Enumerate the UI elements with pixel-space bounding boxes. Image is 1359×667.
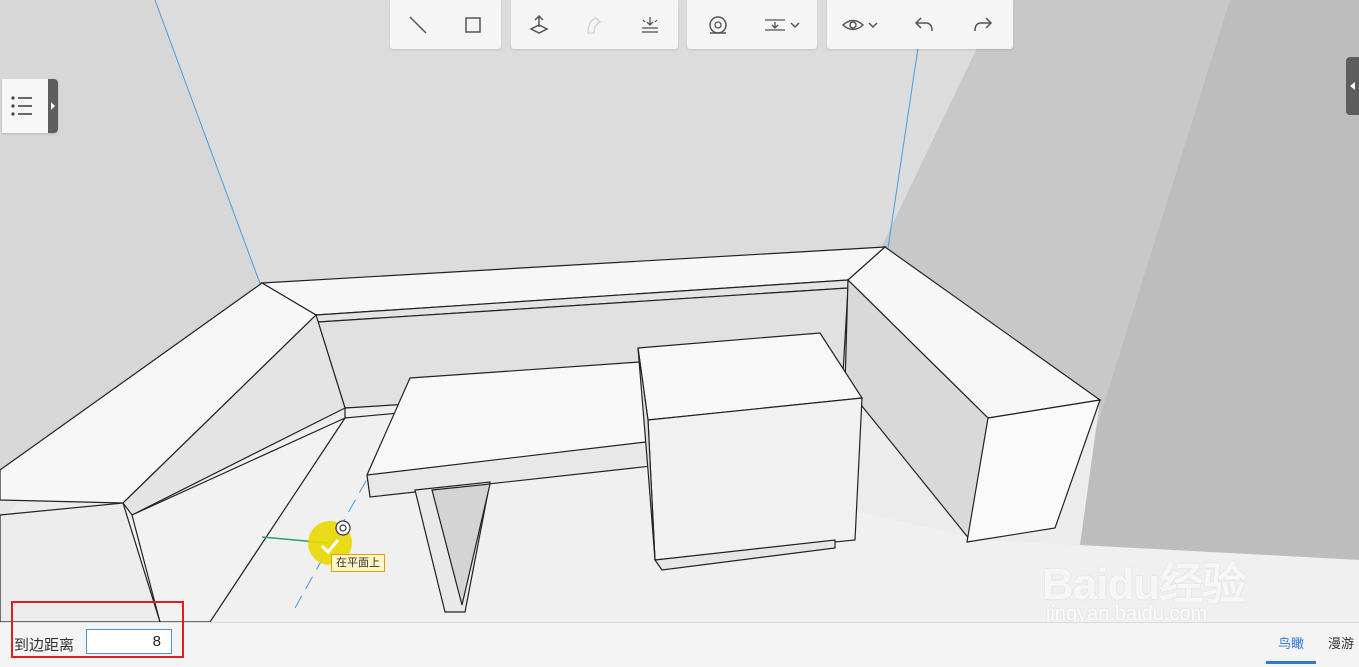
tape-measure-icon: [708, 15, 727, 34]
redo-button[interactable]: [961, 5, 1005, 45]
tab-bird-view[interactable]: 鸟瞰: [1278, 633, 1304, 652]
distance-input[interactable]: [86, 629, 172, 654]
line-tool-icon: [409, 15, 427, 34]
chevron-right-icon: [51, 102, 55, 110]
toolbar-group-draw: [390, 0, 501, 49]
view-eye-icon: [841, 19, 878, 30]
distance-label: 到边距离: [14, 637, 75, 654]
undo-icon: [914, 16, 933, 31]
tape-measure-button[interactable]: [696, 5, 740, 45]
3d-viewport[interactable]: [0, 0, 1359, 622]
toolbar-group-measure: [687, 0, 817, 49]
follow-me-icon: [587, 16, 602, 34]
line-tool-button[interactable]: [396, 5, 440, 45]
push-pull-icon: [529, 14, 549, 34]
offset-icon: [642, 16, 659, 33]
toolbar-group-view: [827, 0, 1013, 49]
rectangle-tool-icon: [465, 16, 481, 33]
align-dropdown-icon: [764, 18, 800, 31]
active-tab-indicator: [1266, 661, 1316, 664]
undo-button[interactable]: [902, 5, 946, 45]
rectangle-tool-button[interactable]: [451, 5, 495, 45]
align-dropdown-button[interactable]: [757, 5, 809, 45]
snap-tooltip: 在平面上: [331, 554, 385, 572]
view-mode-button[interactable]: [835, 5, 887, 45]
right-panel-toggle[interactable]: [1346, 57, 1359, 115]
tab-walkthrough[interactable]: 漫游: [1328, 633, 1354, 652]
chevron-left-icon: [1350, 82, 1355, 90]
left-panel-grip[interactable]: [48, 79, 58, 133]
redo-icon: [974, 16, 993, 31]
left-panel-toggle[interactable]: [2, 79, 58, 133]
offset-button[interactable]: [628, 5, 672, 45]
status-bar: 到边距离 鸟瞰 漫游: [0, 622, 1359, 667]
toolbar-group-modify: [511, 0, 678, 49]
follow-me-button[interactable]: [572, 5, 616, 45]
scene-drawing: [0, 0, 1359, 622]
push-pull-button[interactable]: [517, 5, 561, 45]
list-menu-icon: [11, 96, 32, 116]
